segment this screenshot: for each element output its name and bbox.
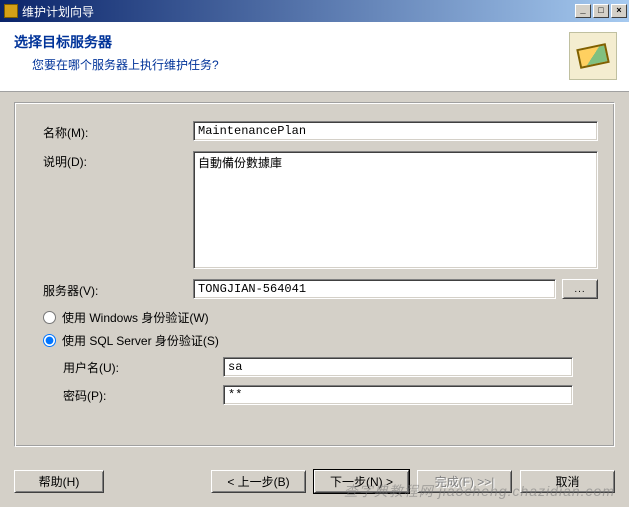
minimize-button[interactable]: _: [575, 4, 591, 18]
sql-auth-radio[interactable]: [43, 334, 56, 347]
page-title: 选择目标服务器: [14, 32, 615, 52]
form-panel: 名称(M): 说明(D): 自動備份數據庫 服务器(V): ... 使用 Win…: [14, 102, 615, 447]
browse-server-button[interactable]: ...: [562, 279, 598, 299]
back-button[interactable]: < 上一步(B): [211, 470, 306, 493]
password-input[interactable]: [223, 385, 573, 405]
maximize-button[interactable]: □: [593, 4, 609, 18]
name-input[interactable]: [193, 121, 598, 141]
cancel-button[interactable]: 取消: [520, 470, 615, 493]
server-input[interactable]: [193, 279, 556, 299]
username-input[interactable]: [223, 357, 573, 377]
name-label: 名称(M):: [43, 122, 193, 141]
password-label: 密码(P):: [43, 387, 223, 404]
windows-auth-radio[interactable]: [43, 311, 56, 324]
windows-auth-text: 使用 Windows 身份验证(W): [62, 309, 209, 326]
sql-auth-text: 使用 SQL Server 身份验证(S): [62, 332, 219, 349]
wizard-icon: [569, 32, 617, 80]
help-button[interactable]: 帮助(H): [14, 470, 104, 493]
sql-auth-radio-label[interactable]: 使用 SQL Server 身份验证(S): [43, 332, 598, 349]
server-label: 服务器(V):: [43, 280, 193, 299]
description-label: 说明(D):: [43, 151, 193, 170]
window-title: 维护计划向导: [22, 3, 573, 20]
wizard-header: 选择目标服务器 您要在哪个服务器上执行维护任务?: [0, 22, 629, 92]
windows-auth-radio-label[interactable]: 使用 Windows 身份验证(W): [43, 309, 598, 326]
next-button[interactable]: 下一步(N) >: [314, 470, 409, 493]
username-label: 用户名(U):: [43, 359, 223, 376]
app-icon: [4, 4, 18, 18]
finish-button: 完成(F) >>|: [417, 470, 512, 493]
button-bar: 帮助(H) < 上一步(B) 下一步(N) > 完成(F) >>| 取消: [14, 470, 615, 493]
close-button[interactable]: ×: [611, 4, 627, 18]
page-subtitle: 您要在哪个服务器上执行维护任务?: [32, 56, 615, 73]
titlebar: 维护计划向导 _ □ ×: [0, 0, 629, 22]
description-textarea[interactable]: 自動備份數據庫: [193, 151, 598, 269]
